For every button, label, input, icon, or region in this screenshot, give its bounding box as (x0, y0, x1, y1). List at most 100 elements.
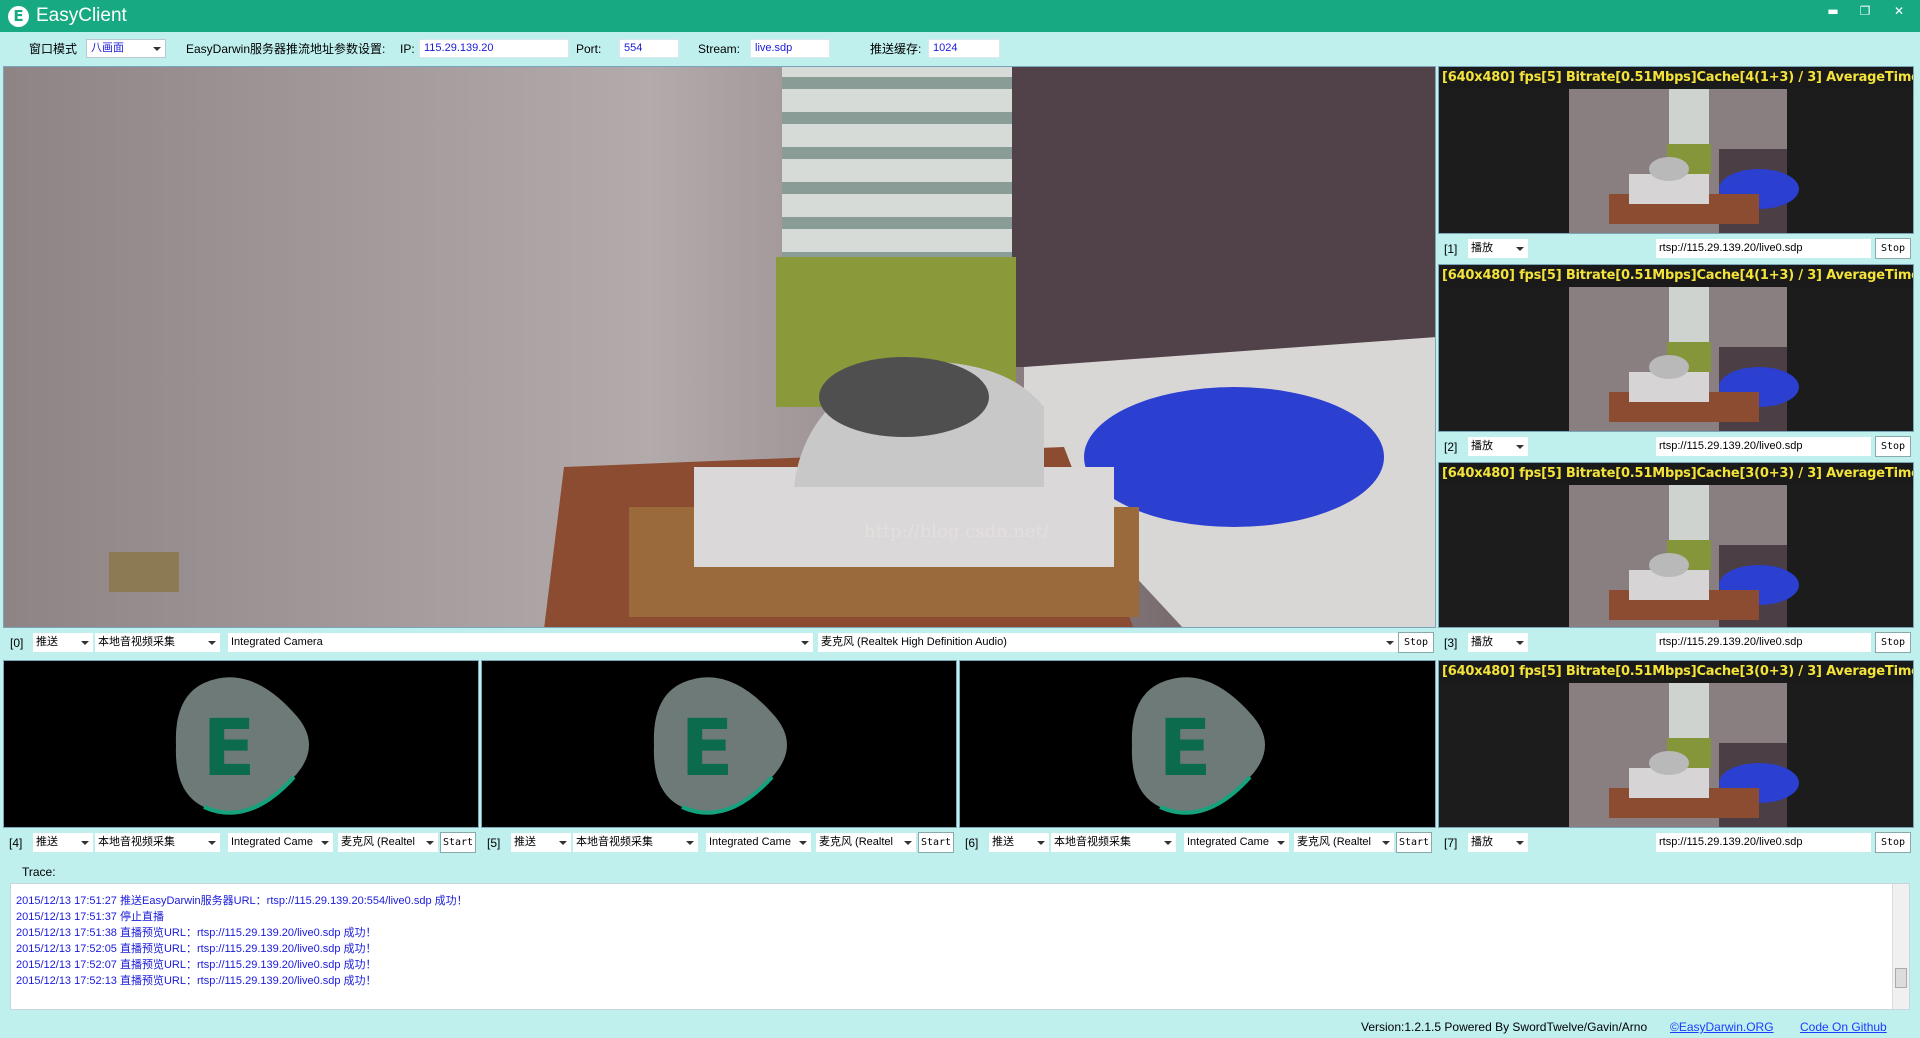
source-value: 本地音视频采集 (98, 636, 175, 648)
log-line: 2015/12/13 17:52:13 直播预览URL：rtsp://115.2… (16, 975, 377, 987)
camera-select[interactable]: Integrated Came (1184, 833, 1289, 852)
camera-value: Integrated Came (231, 836, 313, 848)
action-value: 播放 (1471, 242, 1493, 254)
restore-button[interactable]: ❐ (1850, 2, 1880, 20)
chevron-down-icon (153, 47, 161, 51)
stream-url-input[interactable]: rtsp://115.29.139.20/live0.sdp (1656, 633, 1871, 652)
stop-button[interactable]: Stop (1398, 632, 1434, 653)
preview-controls: [3] 播放 rtsp://115.29.139.20/live0.sdp St… (1438, 630, 1914, 655)
camera-frame-image: http://blog.csdn.net/ (4, 67, 1435, 627)
easydarwin-logo-icon: E (653, 677, 787, 815)
action-select[interactable]: 推送 (33, 633, 93, 652)
pane-index: [1] (1444, 242, 1458, 256)
ip-input[interactable]: 115.29.139.20 (419, 39, 569, 58)
preview-pane: [640x480] fps[5] Bitrate[0.51Mbps]Cache[… (1438, 660, 1914, 828)
action-select[interactable]: 推送 (511, 833, 571, 852)
window-mode-select[interactable]: 八画面 (86, 39, 166, 58)
stop-button[interactable]: Stop (1875, 632, 1911, 653)
window-mode-label: 窗口模式 (29, 42, 78, 56)
action-select[interactable]: 播放 (1468, 239, 1528, 258)
stream-label: Stream: (698, 42, 741, 56)
chevron-down-icon (904, 841, 912, 845)
stream-stats: [640x480] fps[5] Bitrate[0.51Mbps]Cache[… (1439, 67, 1913, 89)
start-button[interactable]: Start (440, 832, 476, 853)
main-pane-controls: [0] 推送 本地音视频采集 Integrated Camera 麦克风 (Re… (3, 630, 1436, 655)
source-value: 本地音视频采集 (1054, 836, 1131, 848)
audio-select[interactable]: 麦克风 (Realtek High Definition Audio) (818, 633, 1398, 652)
camera-select[interactable]: Integrated Camera (228, 633, 813, 652)
camera-value: Integrated Came (709, 836, 791, 848)
action-value: 播放 (1471, 836, 1493, 848)
main-video-pane: http://blog.csdn.net/ (3, 66, 1436, 628)
preview-frame-image (1439, 89, 1913, 233)
action-select[interactable]: 播放 (1468, 833, 1528, 852)
close-button[interactable]: ✕ (1884, 2, 1914, 20)
easydarwin-logo-icon: E (1131, 677, 1265, 815)
source-select[interactable]: 本地音视频采集 (573, 833, 698, 852)
logo-letter: E (202, 704, 255, 794)
action-select[interactable]: 播放 (1468, 437, 1528, 456)
push-pane: E (959, 660, 1436, 828)
preview-controls: [1] 播放 rtsp://115.29.139.20/live0.sdp St… (1438, 236, 1914, 261)
version-text: Version:1.2.1.5 Powered By SwordTwelve/G… (1361, 1020, 1648, 1034)
app-logo-icon: E (8, 6, 29, 27)
chevron-down-icon (1037, 841, 1045, 845)
camera-select[interactable]: Integrated Came (706, 833, 811, 852)
chevron-down-icon (1516, 445, 1524, 449)
watermark-text: http://blog.csdn.net/ (864, 521, 1050, 542)
title-bar: E EasyClient ▬ ❐ ✕ (0, 0, 1920, 32)
chevron-down-icon (1164, 841, 1172, 845)
push-pane-controls: [6] 推送 本地音视频采集 Integrated Came 麦克风 (Real… (959, 830, 1436, 855)
chevron-down-icon (1386, 641, 1394, 645)
start-button[interactable]: Start (918, 832, 954, 853)
push-pane-controls: [4] 推送 本地音视频采集 Integrated Came 麦克风 (Real… (3, 830, 479, 855)
stream-stats: [640x480] fps[5] Bitrate[0.51Mbps]Cache[… (1439, 661, 1913, 683)
stop-button[interactable]: Stop (1875, 832, 1911, 853)
source-value: 本地音视频采集 (98, 836, 175, 848)
start-button[interactable]: Start (1396, 832, 1432, 853)
action-select[interactable]: 推送 (989, 833, 1049, 852)
log-line: 2015/12/13 17:52:05 直播预览URL：rtsp://115.2… (16, 943, 377, 955)
audio-value: 麦克风 (Realtek High Definition Audio) (821, 636, 1007, 648)
audio-select[interactable]: 麦克风 (Realtel (338, 833, 438, 852)
camera-value: Integrated Camera (231, 636, 323, 648)
audio-select[interactable]: 麦克风 (Realtel (1294, 833, 1394, 852)
trace-log[interactable]: 2015/12/13 17:51:27 推送EasyDarwin服务器URL：r… (10, 883, 1910, 1010)
trace-label: Trace: (22, 865, 56, 879)
easydarwin-logo-icon: E (175, 677, 309, 815)
chevron-down-icon (1516, 641, 1524, 645)
action-select[interactable]: 推送 (33, 833, 93, 852)
stop-button[interactable]: Stop (1875, 436, 1911, 457)
action-select[interactable]: 播放 (1468, 633, 1528, 652)
source-select[interactable]: 本地音视频采集 (1051, 833, 1176, 852)
log-line: 2015/12/13 17:51:37 停止直播 (16, 911, 164, 923)
github-link[interactable]: Code On Github (1800, 1020, 1887, 1034)
scrollbar-thumb[interactable] (1895, 968, 1907, 988)
stream-url-input[interactable]: rtsp://115.29.139.20/live0.sdp (1656, 437, 1871, 456)
chevron-down-icon (81, 641, 89, 645)
chevron-down-icon (81, 841, 89, 845)
source-select[interactable]: 本地音视频采集 (95, 633, 220, 652)
trace-scrollbar[interactable] (1892, 884, 1909, 1009)
action-value: 播放 (1471, 440, 1493, 452)
source-select[interactable]: 本地音视频采集 (95, 833, 220, 852)
audio-select[interactable]: 麦克风 (Realtel (816, 833, 916, 852)
easydarwin-org-link[interactable]: ©EasyDarwin.ORG (1670, 1020, 1774, 1034)
stream-url-input[interactable]: rtsp://115.29.139.20/live0.sdp (1656, 239, 1871, 258)
stream-url-input[interactable]: rtsp://115.29.139.20/live0.sdp (1656, 833, 1871, 852)
port-input[interactable]: 554 (619, 39, 679, 58)
chevron-down-icon (801, 641, 809, 645)
action-value: 推送 (36, 636, 58, 648)
chevron-down-icon (426, 841, 434, 845)
chevron-down-icon (208, 841, 216, 845)
pane-index: [0] (10, 636, 24, 650)
action-value: 推送 (514, 836, 536, 848)
push-cache-input[interactable]: 1024 (928, 39, 1000, 58)
minimize-button[interactable]: ▬ (1818, 2, 1848, 20)
stop-button[interactable]: Stop (1875, 238, 1911, 259)
push-pane: E (481, 660, 957, 828)
action-value: 推送 (36, 836, 58, 848)
camera-select[interactable]: Integrated Came (228, 833, 333, 852)
camera-value: Integrated Came (1187, 836, 1269, 848)
stream-input[interactable]: live.sdp (750, 39, 830, 58)
